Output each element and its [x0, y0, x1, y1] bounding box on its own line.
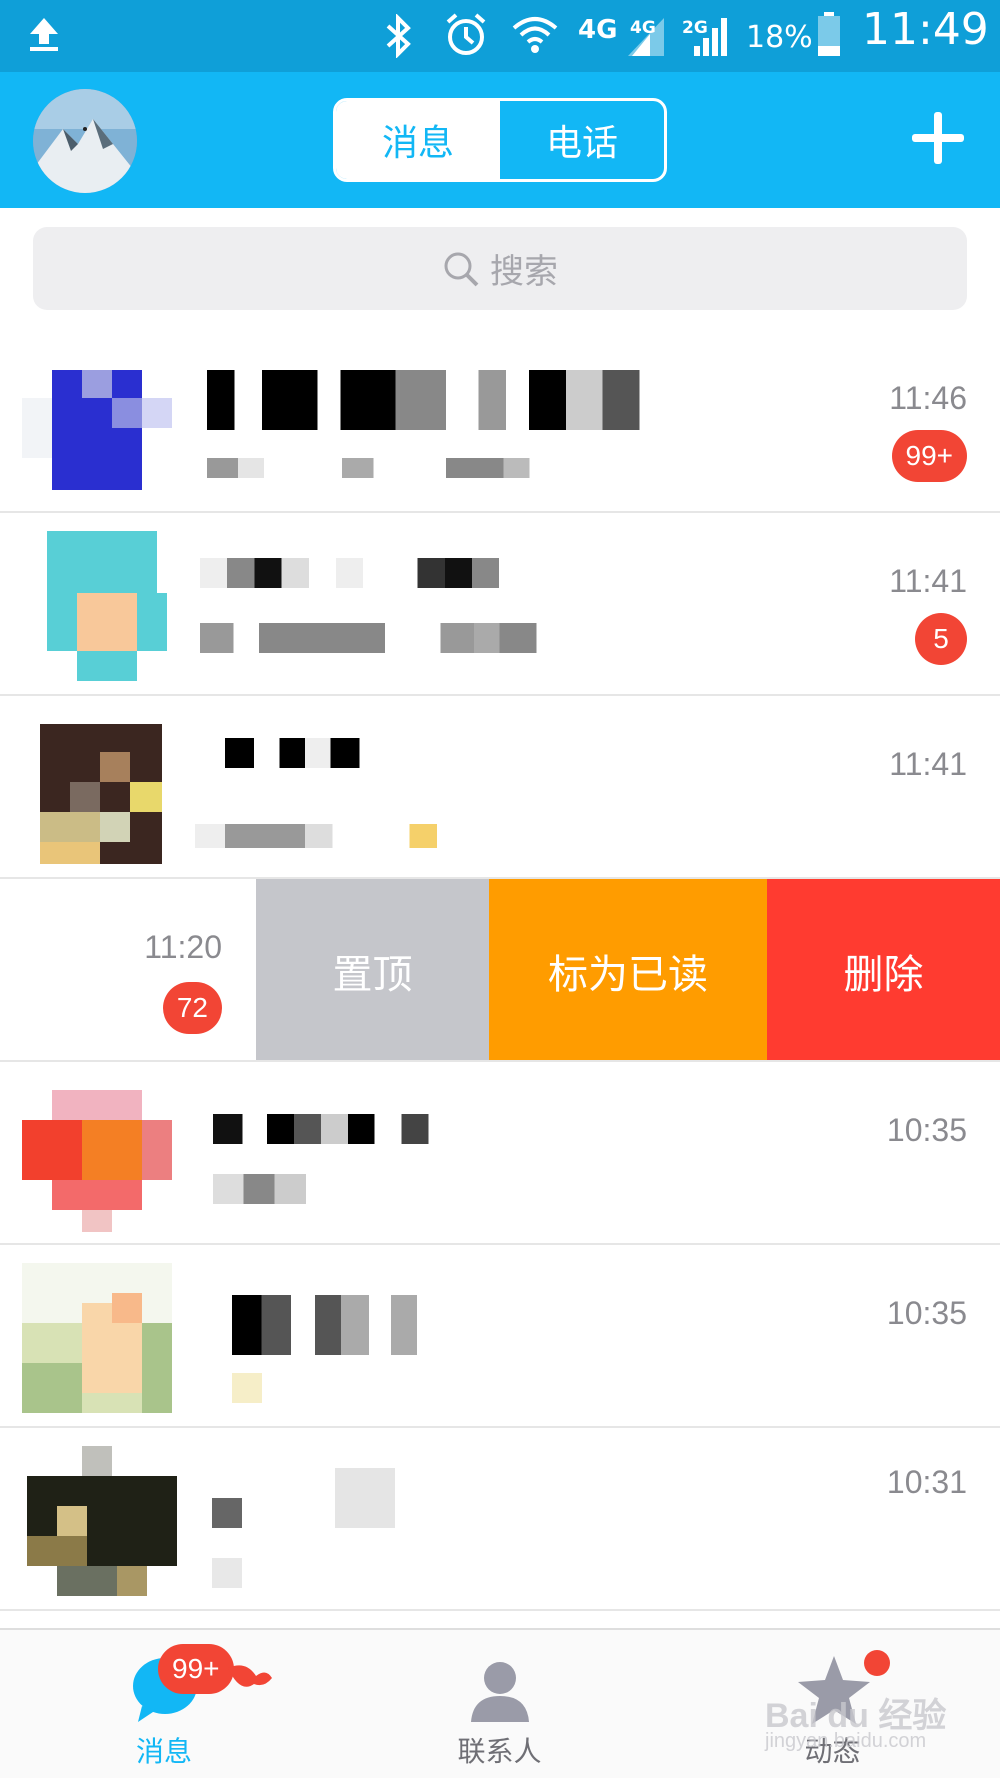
- conversation-time: 11:20: [144, 929, 222, 965]
- upload-icon: [30, 18, 58, 51]
- badge-drag-icon: [228, 1665, 272, 1687]
- status-bar: 4G 4G 2G 18% 11:49: [0, 0, 1000, 72]
- unread-badge: 99+: [891, 430, 967, 482]
- header: 消息 电话: [0, 72, 1000, 208]
- delete-button[interactable]: 删除: [767, 879, 1000, 1060]
- conversation-time: 11:41: [889, 746, 967, 782]
- unread-badge: 5: [915, 613, 967, 665]
- battery-icon: [818, 12, 840, 56]
- avatar: [22, 531, 172, 681]
- avatar: [22, 1080, 172, 1232]
- conversation-row[interactable]: 11:41 5: [0, 513, 1000, 696]
- search-icon: [444, 252, 479, 286]
- bluetooth-icon: [386, 14, 411, 58]
- feed-notification-dot: [864, 1650, 890, 1676]
- conversation-row[interactable]: 10:31: [0, 1428, 1000, 1611]
- search-placeholder: 搜索: [490, 252, 558, 292]
- redacted-name: [207, 370, 667, 430]
- my-avatar[interactable]: [33, 89, 137, 193]
- person-icon: [471, 1662, 529, 1722]
- conversation-row[interactable]: 10:35: [0, 1245, 1000, 1428]
- wifi-icon: [512, 17, 558, 53]
- conversation-time: 11:46: [889, 380, 967, 416]
- avatar: [22, 714, 172, 864]
- tab-bar-contacts[interactable]: 联系人: [333, 1630, 666, 1778]
- redacted-preview: [200, 623, 570, 653]
- tab-calls[interactable]: 电话: [500, 101, 664, 179]
- pin-button[interactable]: 置顶: [256, 879, 489, 1060]
- battery-percent: 18%: [746, 20, 813, 55]
- conversation-row-swiped[interactable]: 11:20 72 置顶 标为已读 删除: [0, 879, 1000, 1062]
- redacted-preview: [212, 1558, 242, 1588]
- conversation-row[interactable]: 10:35: [0, 1062, 1000, 1245]
- avatar: [22, 1446, 177, 1596]
- network-type: 4G: [578, 15, 618, 45]
- conversation-time: 10:35: [886, 1295, 967, 1331]
- tab-messages[interactable]: 消息: [336, 101, 500, 179]
- signal1-icon: [628, 18, 664, 56]
- avatar: [22, 348, 172, 498]
- unread-badge: 72: [162, 982, 222, 1034]
- status-time: 11:49: [862, 4, 989, 55]
- conversation-time: 10:35: [886, 1112, 967, 1148]
- bottom-tab-bar: 99+ 消息 联系人 动态 Bai du 经验 jingyan.baidu.co…: [0, 1628, 1000, 1778]
- conversation-time: 10:31: [886, 1464, 967, 1500]
- redacted-name: [200, 558, 540, 588]
- avatar: [22, 1263, 172, 1413]
- redacted-name: [335, 1468, 395, 1528]
- tab-contacts-label: 联系人: [457, 1735, 542, 1768]
- search-bar[interactable]: 搜索: [33, 227, 967, 310]
- swiped-row-content[interactable]: 11:20 72: [0, 879, 256, 1060]
- redacted-preview: [207, 458, 727, 478]
- redacted-name: [232, 1295, 417, 1355]
- alarm-icon: [446, 13, 486, 55]
- mark-read-button[interactable]: 标为已读: [489, 879, 767, 1060]
- watermark-url: jingyan.baidu.com: [765, 1730, 927, 1752]
- tab-messages-label: 消息: [136, 1735, 193, 1768]
- conversation-row[interactable]: 11:46 99+: [0, 330, 1000, 513]
- redacted-preview: [195, 824, 470, 848]
- tab-messages-badge: 99+: [158, 1644, 234, 1694]
- plus-icon[interactable]: [912, 112, 964, 164]
- tab-bar-messages[interactable]: 99+ 消息: [0, 1630, 333, 1778]
- segmented-control: 消息 电话: [333, 98, 667, 182]
- mountain-avatar-image: [33, 89, 137, 193]
- conversation-row[interactable]: 11:41: [0, 696, 1000, 879]
- redacted-name: [213, 1114, 458, 1144]
- redacted-preview: [232, 1373, 262, 1403]
- redacted-preview: [213, 1174, 306, 1204]
- conversation-time: 11:41: [889, 563, 967, 599]
- signal2-icon: [694, 18, 727, 56]
- redacted-name: [225, 738, 385, 768]
- redacted-name: [212, 1498, 242, 1528]
